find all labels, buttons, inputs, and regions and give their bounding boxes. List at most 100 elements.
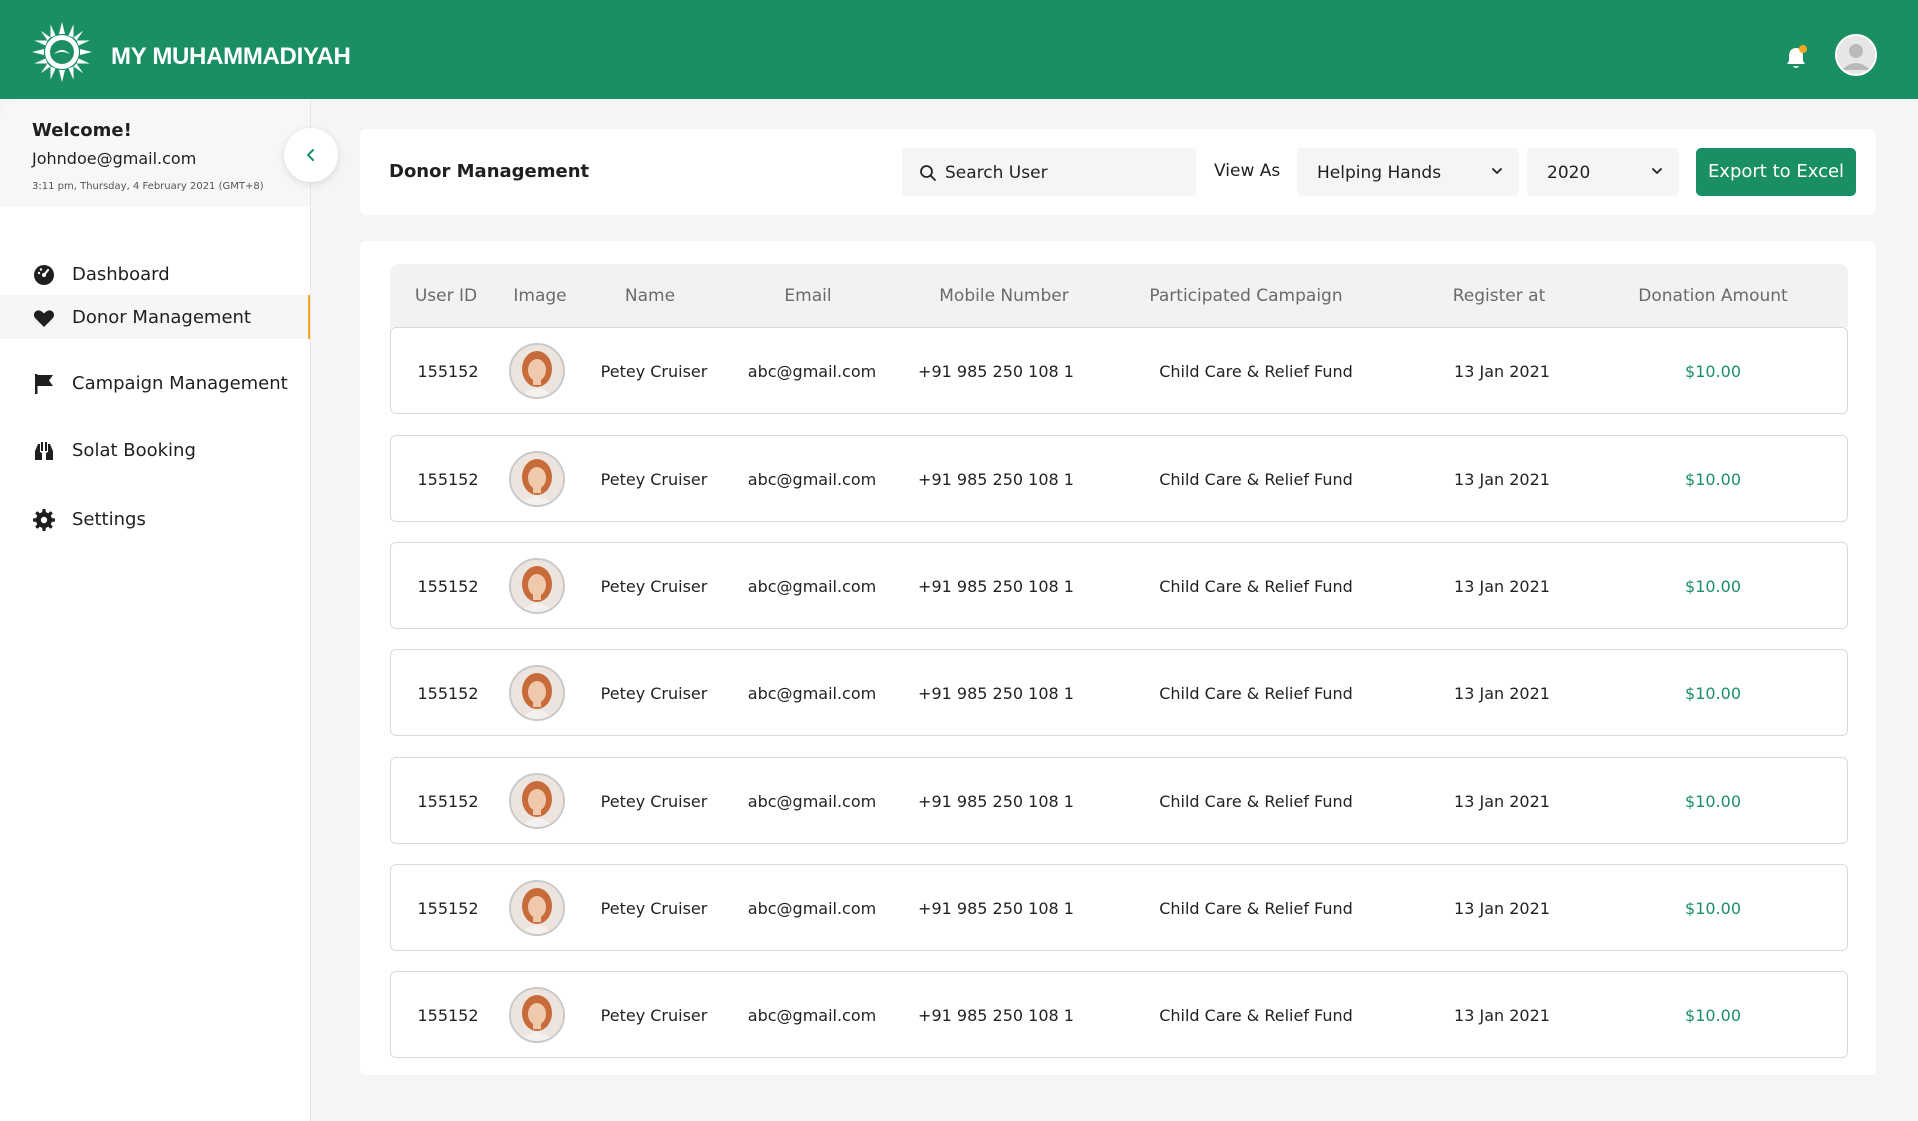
sidebar-item-solat-booking[interactable]: Solat Booking xyxy=(0,428,311,472)
sidebar-item-campaign-management[interactable]: Campaign Management xyxy=(0,361,311,405)
donor-photo-icon xyxy=(511,775,563,827)
cell-donation-amount: $10.00 xyxy=(1685,577,1741,596)
sidebar-item-donor-management[interactable]: Donor Management xyxy=(0,295,311,339)
page-title: Donor Management xyxy=(389,161,590,182)
year-select[interactable]: 2020 xyxy=(1527,148,1679,196)
cell-user-id: 155152 xyxy=(417,577,479,596)
notification-bell-icon[interactable] xyxy=(1782,44,1810,72)
sidebar-item-dashboard[interactable]: Dashboard xyxy=(0,252,311,296)
donor-avatar xyxy=(509,665,565,721)
praying-hands-icon xyxy=(35,442,53,460)
welcome-panel: Welcome! Johndoe@gmail.com 3:11 pm, Thur… xyxy=(0,99,311,207)
sidebar-item-label: Dashboard xyxy=(72,264,170,285)
donor-photo-icon xyxy=(511,882,563,934)
sidebar-item-label: Donor Management xyxy=(72,307,251,328)
cell-campaign: Child Care & Relief Fund xyxy=(1159,899,1353,918)
view-as-select[interactable]: Helping Hands xyxy=(1297,148,1519,196)
cell-register-at: 13 Jan 2021 xyxy=(1454,362,1550,381)
cell-email: abc@gmail.com xyxy=(747,684,877,703)
cell-name: Petey Cruiser xyxy=(600,1006,708,1025)
flag-icon xyxy=(35,374,53,394)
cell-donation-amount: $10.00 xyxy=(1685,792,1741,811)
column-header-name: Name xyxy=(624,286,676,306)
cell-mobile-number: +91 985 250 108 1 xyxy=(918,362,1074,381)
table-row[interactable]: 155152 Petey Cruiser abc@gmail.com +91 9… xyxy=(390,971,1848,1058)
sidebar-item-settings[interactable]: Settings xyxy=(0,497,311,541)
chevron-down-icon xyxy=(1492,168,1502,174)
table-row[interactable]: 155152 Petey Cruiser abc@gmail.com +91 9… xyxy=(390,649,1848,736)
donor-photo-icon xyxy=(511,667,563,719)
chevron-left-icon xyxy=(307,149,314,161)
search-placeholder: Search User xyxy=(945,163,1048,183)
donor-photo-icon xyxy=(511,989,563,1041)
cell-register-at: 13 Jan 2021 xyxy=(1454,792,1550,811)
column-header-user-id: User ID xyxy=(414,286,478,306)
cell-campaign: Child Care & Relief Fund xyxy=(1159,577,1353,596)
sidebar-item-label: Solat Booking xyxy=(72,440,196,461)
table-row[interactable]: 155152 Petey Cruiser abc@gmail.com +91 9… xyxy=(390,542,1848,629)
cell-user-id: 155152 xyxy=(417,899,479,918)
cell-register-at: 13 Jan 2021 xyxy=(1454,899,1550,918)
cell-name: Petey Cruiser xyxy=(600,577,708,596)
user-avatar[interactable] xyxy=(1835,34,1877,76)
cell-campaign: Child Care & Relief Fund xyxy=(1159,1006,1353,1025)
year-value: 2020 xyxy=(1547,163,1591,183)
cell-register-at: 13 Jan 2021 xyxy=(1454,684,1550,703)
cell-email: abc@gmail.com xyxy=(747,470,877,489)
cell-user-id: 155152 xyxy=(417,684,479,703)
cell-email: abc@gmail.com xyxy=(747,1006,877,1025)
donor-avatar xyxy=(509,880,565,936)
cell-email: abc@gmail.com xyxy=(747,899,877,918)
column-header-donation-amount: Donation Amount xyxy=(1638,286,1788,306)
user-avatar-icon xyxy=(1837,36,1875,74)
cell-user-id: 155152 xyxy=(417,362,479,381)
welcome-heading: Welcome! xyxy=(32,120,132,141)
cell-campaign: Child Care & Relief Fund xyxy=(1159,684,1353,703)
search-input[interactable]: Search User xyxy=(902,148,1196,196)
cell-name: Petey Cruiser xyxy=(600,899,708,918)
table-row[interactable]: 155152 Petey Cruiser abc@gmail.com +91 9… xyxy=(390,327,1848,414)
cell-mobile-number: +91 985 250 108 1 xyxy=(918,792,1074,811)
cell-name: Petey Cruiser xyxy=(600,470,708,489)
cell-name: Petey Cruiser xyxy=(600,684,708,703)
cell-name: Petey Cruiser xyxy=(600,362,708,381)
table-row[interactable]: 155152 Petey Cruiser abc@gmail.com +91 9… xyxy=(390,435,1848,522)
column-header-mobile-number: Mobile Number xyxy=(939,286,1069,306)
top-header: MY MUHAMMADIYAH xyxy=(0,0,1918,99)
donor-table: User ID Image Name Email Mobile Number P… xyxy=(360,241,1876,1075)
table-row[interactable]: 155152 Petey Cruiser abc@gmail.com +91 9… xyxy=(390,757,1848,844)
current-timestamp: 3:11 pm, Thursday, 4 February 2021 (GMT+… xyxy=(32,181,264,192)
cell-mobile-number: +91 985 250 108 1 xyxy=(918,684,1074,703)
chevron-down-icon xyxy=(1652,168,1662,174)
donor-avatar xyxy=(509,343,565,399)
column-header-email: Email xyxy=(784,286,832,306)
column-header-participated-campaign: Participated Campaign xyxy=(1149,286,1343,306)
cell-user-id: 155152 xyxy=(417,1006,479,1025)
cell-donation-amount: $10.00 xyxy=(1685,470,1741,489)
cell-user-id: 155152 xyxy=(417,792,479,811)
collapse-sidebar-button[interactable] xyxy=(284,128,338,182)
cell-campaign: Child Care & Relief Fund xyxy=(1159,792,1353,811)
app-brand-title: MY MUHAMMADIYAH xyxy=(111,43,351,70)
cell-register-at: 13 Jan 2021 xyxy=(1454,577,1550,596)
cell-email: abc@gmail.com xyxy=(747,792,877,811)
cell-mobile-number: +91 985 250 108 1 xyxy=(918,470,1074,489)
donor-avatar xyxy=(509,987,565,1043)
notification-dot xyxy=(1799,45,1807,53)
view-as-label: View As xyxy=(1214,161,1281,181)
sidebar-item-label: Campaign Management xyxy=(72,373,288,394)
cell-register-at: 13 Jan 2021 xyxy=(1454,1006,1550,1025)
cell-mobile-number: +91 985 250 108 1 xyxy=(918,899,1074,918)
donor-avatar xyxy=(509,773,565,829)
cell-campaign: Child Care & Relief Fund xyxy=(1159,470,1353,489)
search-icon xyxy=(920,165,936,181)
export-to-excel-button[interactable]: Export to Excel xyxy=(1696,148,1856,196)
page-toolbar: Donor Management Search User View As Hel… xyxy=(360,129,1876,215)
cell-mobile-number: +91 985 250 108 1 xyxy=(918,1006,1074,1025)
table-row[interactable]: 155152 Petey Cruiser abc@gmail.com +91 9… xyxy=(390,864,1848,951)
column-header-image: Image xyxy=(513,286,567,306)
cell-register-at: 13 Jan 2021 xyxy=(1454,470,1550,489)
cell-donation-amount: $10.00 xyxy=(1685,899,1741,918)
donor-photo-icon xyxy=(511,560,563,612)
heart-icon xyxy=(33,310,55,327)
